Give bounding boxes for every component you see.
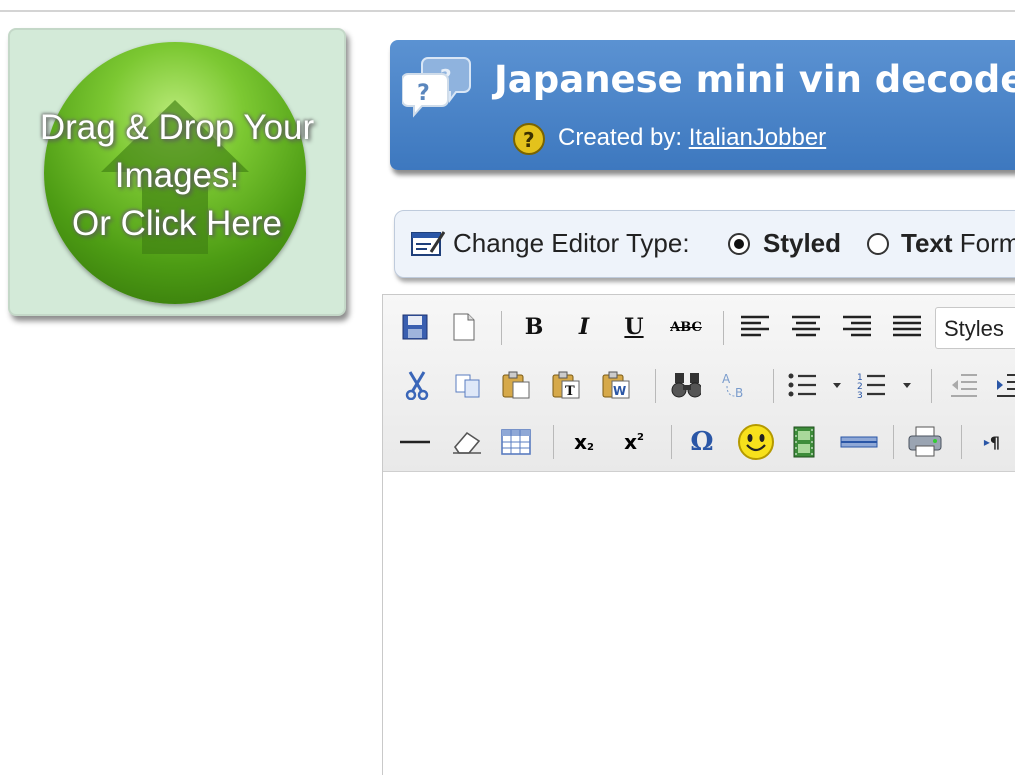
toolbar-separator <box>501 311 502 345</box>
styles-dropdown[interactable]: Styles <box>935 307 1015 349</box>
editor-type-label: Change Editor Type: <box>453 228 690 258</box>
option-text-rest: Format <box>959 228 1015 258</box>
edit-document-icon <box>411 230 446 265</box>
svg-text:B: B <box>735 386 743 400</box>
bulleted-list-icon[interactable] <box>787 370 847 400</box>
editor-type-bar: Change Editor Type: Styled Text Format <box>394 210 1015 278</box>
rich-text-editor: B I U ABC Styles T W A B 1 2 3 x 2 x 2 Ω… <box>382 294 1015 775</box>
toolbar-separator <box>671 425 672 459</box>
toolbar-separator <box>655 369 656 403</box>
find-icon[interactable] <box>671 370 701 400</box>
svg-text:W: W <box>613 384 626 398</box>
align-right-icon[interactable] <box>842 312 872 342</box>
page-header: ? ? Japanese mini vin decoder ? Created … <box>390 40 1015 170</box>
toolbar-separator <box>723 311 724 345</box>
drop-zone-line-3: Or Click Here <box>71 204 283 243</box>
media-icon[interactable] <box>789 426 819 458</box>
toolbar-separator <box>553 425 554 459</box>
question-bubbles-icon: ? ? <box>401 54 472 124</box>
strikethrough-icon[interactable]: ABC <box>670 312 702 342</box>
drop-zone-line-2: Images! <box>114 156 240 195</box>
show-blocks-icon[interactable]: ▸ ¶ <box>977 427 1007 457</box>
svg-text:?: ? <box>417 81 430 106</box>
smiley-icon[interactable] <box>737 423 775 461</box>
toolbar-separator <box>931 369 932 403</box>
editor-toolbar: B I U ABC Styles T W A B 1 2 3 x 2 x 2 Ω… <box>383 295 1015 472</box>
option-text-format[interactable]: Text Format <box>901 228 1015 259</box>
justify-icon[interactable] <box>892 312 922 342</box>
subscript-icon[interactable]: x2 <box>569 427 599 457</box>
page-title: Japanese mini vin decoder <box>494 58 1015 101</box>
toolbar-separator <box>773 369 774 403</box>
image-drop-zone[interactable]: Drag & Drop Your Images! Or Click Here <box>8 28 346 316</box>
paste-text-icon[interactable]: T <box>551 370 581 400</box>
toolbar-separator <box>893 425 894 459</box>
superscript-icon[interactable]: x2 <box>619 427 649 457</box>
radio-text-format[interactable] <box>867 233 889 255</box>
page-break-icon[interactable] <box>839 427 879 457</box>
paste-word-icon[interactable]: W <box>601 370 631 400</box>
save-icon[interactable] <box>400 312 430 342</box>
numbered-list-icon[interactable]: 123 <box>857 370 917 400</box>
replace-icon[interactable]: AB <box>721 370 751 400</box>
toolbar-separator <box>961 425 962 459</box>
created-by: Created by: ItalianJobber <box>558 124 826 152</box>
cut-icon[interactable] <box>402 370 432 400</box>
outdent-icon[interactable] <box>949 370 979 400</box>
paste-icon[interactable] <box>501 370 531 400</box>
eraser-icon[interactable] <box>451 427 481 457</box>
option-text-bold: Text <box>901 228 953 258</box>
underline-icon[interactable]: U <box>619 312 649 342</box>
horizontal-line-icon[interactable] <box>400 427 430 457</box>
created-by-label: Created by: <box>558 124 683 151</box>
svg-text:3: 3 <box>857 391 863 399</box>
indent-icon[interactable] <box>995 370 1015 400</box>
top-divider <box>0 10 1015 12</box>
table-icon[interactable] <box>501 427 531 457</box>
new-page-icon[interactable] <box>449 312 479 342</box>
svg-text:A: A <box>722 372 731 386</box>
editor-content-area[interactable] <box>383 472 1015 772</box>
align-left-icon[interactable] <box>740 312 770 342</box>
svg-text:T: T <box>565 384 575 399</box>
author-link[interactable]: ItalianJobber <box>689 124 826 151</box>
italic-icon[interactable]: I <box>569 312 599 342</box>
option-styled[interactable]: Styled <box>763 228 841 259</box>
radio-styled[interactable] <box>728 233 750 255</box>
copy-icon[interactable] <box>453 370 483 400</box>
drop-zone-text: Drag & Drop Your Images! Or Click Here <box>10 104 344 248</box>
drop-zone-line-1: Drag & Drop Your <box>39 108 315 147</box>
bold-icon[interactable]: B <box>519 312 549 342</box>
help-icon: ? <box>512 122 546 160</box>
align-center-icon[interactable] <box>791 312 821 342</box>
svg-text:?: ? <box>523 128 535 152</box>
print-icon[interactable] <box>907 425 943 459</box>
special-character-icon[interactable]: Ω <box>687 427 717 457</box>
